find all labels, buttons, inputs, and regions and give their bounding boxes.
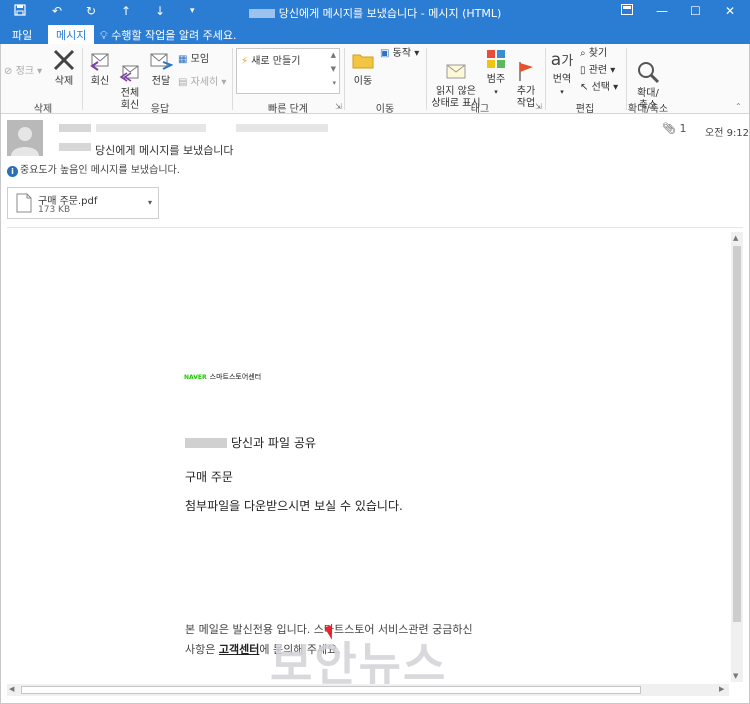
pdf-file-icon [16, 193, 32, 213]
scroll-right-icon[interactable]: ▶ [719, 685, 724, 693]
meeting-button[interactable]: ▦ 모임 [178, 54, 209, 66]
group-zoom-label: 확대/축소 [627, 104, 669, 115]
naver-logo: NAVER [184, 374, 207, 381]
attachment-card[interactable]: 구매 주문.pdf 173 KB ▾ [7, 187, 159, 219]
body-share-line: 당신과 파일 공유 [185, 434, 316, 451]
group-move-label: 이동 [375, 104, 395, 115]
customer-center-link[interactable]: 고객센터 [219, 643, 259, 656]
sender-email-redacted [96, 124, 206, 132]
related-button[interactable]: ▯ 관련 ▾ [580, 65, 615, 77]
translate-icon: a가 [550, 50, 574, 70]
info-icon: i [7, 166, 18, 177]
sender-name-redacted [59, 124, 91, 132]
vertical-scrollbar[interactable]: ▲ ▼ [731, 232, 743, 682]
group-tags-label: 태그 [470, 104, 490, 115]
menu-bar: 파일 메시지 💡︎ 수행할 작업을 알려 주세요. [0, 24, 750, 44]
categorize-icon [487, 50, 505, 68]
body-order-line: 구매 주문 [185, 470, 233, 484]
header-divider [7, 227, 743, 228]
actions-button[interactable]: ▣ 동작 ▾ [380, 48, 419, 60]
more-respond-button[interactable]: ▤ 자세히 ▾ [178, 77, 226, 89]
scroll-left-icon[interactable]: ◀ [9, 685, 14, 693]
move-button[interactable]: 이동 [350, 48, 376, 88]
vertical-scroll-thumb[interactable] [733, 246, 741, 622]
forward-button[interactable]: 전달 [148, 48, 174, 88]
ribbon-display-icon[interactable] [621, 4, 633, 18]
paperclip-icon: 📎︎ [662, 122, 676, 135]
group-delete-label: 삭제 [33, 104, 53, 115]
recipient-redacted [236, 124, 328, 132]
tab-message[interactable]: 메시지 [48, 25, 95, 44]
flag-icon [519, 62, 533, 81]
junk-button[interactable]: ⊘ 정크 ▾ [4, 66, 42, 78]
delete-x-icon [53, 49, 75, 71]
sender-redacted [185, 438, 227, 448]
attachment-indicator: 📎︎ 1 [662, 122, 687, 135]
reply-icon [90, 53, 109, 71]
scroll-down-icon[interactable]: ▼ [733, 672, 738, 680]
translate-button[interactable]: a가 번역 ▾ [548, 48, 576, 98]
window-title: 당신에게 메시지를 보냈습니다 - 메시지 (HTML) [0, 5, 750, 21]
gallery-up-icon[interactable]: ▲ [331, 51, 336, 59]
select-button[interactable]: ↖ 선택 ▾ [580, 82, 618, 94]
gallery-down-icon[interactable]: ▼ [331, 65, 336, 73]
body-download-line: 첨부파일을 다운받으시면 보실 수 있습니다. [185, 499, 403, 513]
horizontal-scroll-thumb[interactable] [21, 686, 641, 694]
message-subject: 당신에게 메시지를 보냈습니다 [95, 144, 234, 157]
reply-button[interactable]: 회신 [87, 48, 113, 88]
attachment-menu-icon[interactable]: ▾ [148, 198, 152, 207]
minimize-icon[interactable]: — [656, 4, 668, 18]
categorize-button[interactable]: 범주 ▾ [484, 48, 508, 98]
attachment-size: 173 KB [38, 205, 71, 215]
close-icon[interactable]: ✕ [725, 4, 735, 18]
forward-icon [150, 53, 174, 70]
junk-icon: ⊘ [4, 66, 13, 77]
more-icon: ▤ [178, 77, 188, 88]
quick-steps-launcher-icon[interactable]: ⇲ [335, 102, 342, 111]
title-bar: ↶ ↻ ↑ ↓ ▾ 당신에게 메시지를 보냈습니다 - 메시지 (HTML) —… [0, 0, 750, 24]
meeting-icon: ▦ [178, 54, 188, 65]
tab-file[interactable]: 파일 [12, 27, 32, 43]
lightning-icon: ⚡︎ [241, 56, 249, 67]
group-quick-steps-label: 빠른 단계 [268, 104, 308, 115]
importance-infobar: i 중요도가 높음인 메시지를 보냈습니다. [7, 161, 180, 177]
brand-header: NAVER 스마트스토어센터 [184, 372, 261, 382]
scroll-up-icon[interactable]: ▲ [733, 234, 738, 242]
folder-move-icon [352, 54, 374, 69]
find-icon: ⌕ [580, 48, 586, 59]
lightbulb-icon: 💡︎ [100, 29, 108, 42]
tags-launcher-icon[interactable]: ⇲ [535, 102, 542, 111]
delete-button[interactable]: 삭제 [50, 48, 78, 88]
group-respond-label: 응답 [150, 104, 170, 115]
collapse-ribbon-icon[interactable]: ⌃ [735, 102, 742, 111]
reply-all-icon [119, 65, 139, 82]
ribbon: ⊘ 정크 ▾ 삭제 삭제 회신 전체 회신 전달 ▦ 모임 ▤ 자세히 ▾ 응답… [0, 44, 750, 115]
actions-icon: ▣ [380, 48, 390, 59]
received-time: 오전 9:12 [705, 128, 750, 139]
tell-me-box[interactable]: 💡︎ 수행할 작업을 알려 주세요. [100, 27, 237, 43]
select-cursor-icon: ↖ [580, 82, 589, 93]
related-icon: ▯ [580, 65, 586, 76]
sender-avatar [7, 120, 43, 156]
gallery-more-icon[interactable]: ▾ [332, 79, 336, 87]
quick-steps-gallery[interactable]: ⚡︎ 새로 만들기 ▲ ▼ ▾ [236, 48, 340, 94]
group-editing-label: 편집 [575, 104, 595, 115]
zoom-magnifier-icon [638, 62, 660, 84]
subject-prefix-redacted [59, 143, 91, 151]
brand-name: 스마트스토어센터 [209, 373, 262, 381]
horizontal-scrollbar[interactable]: ◀ ▶ [7, 684, 729, 696]
envelope-unread-icon [446, 64, 466, 79]
find-button[interactable]: ⌕ 찾기 [580, 48, 607, 60]
quick-step-new[interactable]: 새로 만들기 [251, 56, 300, 67]
maximize-icon[interactable]: ☐ [690, 4, 701, 18]
